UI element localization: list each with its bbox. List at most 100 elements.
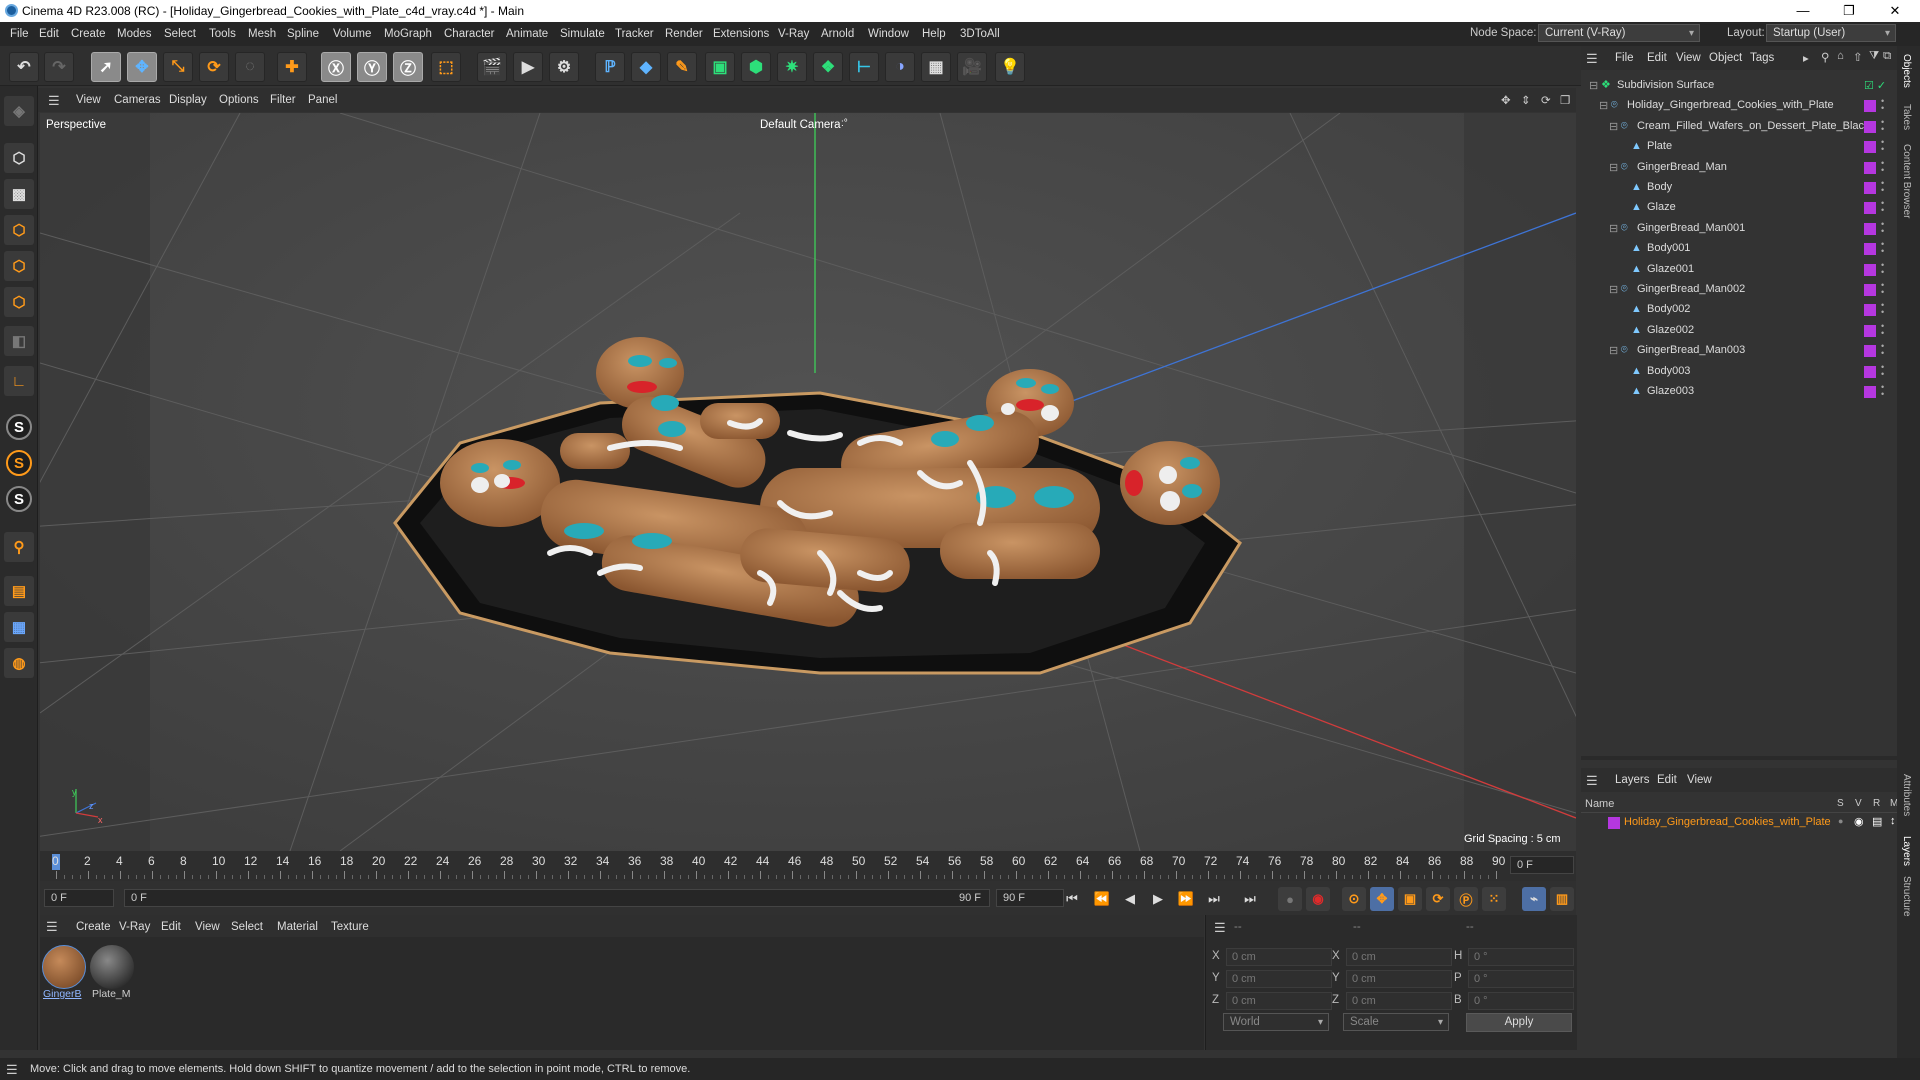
go-to-start-icon[interactable]: ⏮ [1062,889,1082,909]
timeline-window-icon[interactable]: ▥ [1550,887,1574,911]
layer-tag-icon[interactable] [1864,263,1876,276]
expand-toggle-icon[interactable]: ⊟ [1599,99,1608,112]
material-menu-create[interactable]: Create [70,915,117,939]
expand-toggle-icon[interactable]: ⊟ [1609,161,1618,174]
model-mode-icon[interactable]: ⬡ [4,143,34,173]
layer-tag-icon[interactable] [1864,386,1876,398]
material-menu-vray[interactable]: V-Ray [113,915,156,939]
visibility-dots-icon[interactable]: • • [1881,138,1885,155]
play-forward-icon[interactable]: ▶ [1148,889,1168,909]
points-mode-icon[interactable]: ⬡ [4,215,34,245]
layer-solo-icon[interactable]: ● [1838,816,1843,826]
coord-size-z-field[interactable]: 0 cm [1346,992,1452,1010]
object-name[interactable]: Holiday_Gingerbread_Cookies_with_Plate [1627,99,1834,111]
layer-menu-layers[interactable]: Layers [1609,768,1656,792]
object-row[interactable]: ▲ Body • • [1581,178,1897,198]
move-tool-icon[interactable]: ✥ [127,52,157,82]
object-name[interactable]: Body001 [1647,242,1690,254]
object-new-window-icon[interactable]: ⧉ [1883,50,1891,63]
material-label-plate[interactable]: Plate_M [92,988,131,1000]
viewport-hamburger-icon[interactable]: ☰ [48,93,60,109]
material-menu-view[interactable]: View [189,915,226,939]
tab-attributes[interactable]: Attributes [1901,774,1912,816]
visibility-dots-icon[interactable]: • • [1881,240,1885,257]
visibility-dots-icon[interactable]: • • [1881,158,1885,176]
visibility-dots-icon[interactable]: • • [1881,97,1885,114]
menu-tools[interactable]: Tools [203,22,242,46]
menu-animate[interactable]: Animate [500,22,554,46]
object-name[interactable]: Glaze002 [1647,324,1694,336]
layer-tag-icon[interactable] [1864,365,1876,378]
camera-icon[interactable]: 🎥 [957,52,987,82]
material-swatch-gingerbread[interactable] [42,945,86,989]
object-menu-file[interactable]: File [1609,46,1640,70]
object-row[interactable]: ▲ Body002 • • [1581,300,1897,320]
menu-select[interactable]: Select [158,22,202,46]
visibility-dots-icon[interactable]: • • [1881,260,1885,278]
floor-icon[interactable]: ▦ [921,52,951,82]
object-name[interactable]: GingerBread_Man002 [1637,283,1745,295]
mograph-cloner-icon[interactable]: ✷ [777,52,807,82]
object-name[interactable]: Glaze001 [1647,263,1694,275]
preview-range-slider[interactable]: 0 F 90 F [124,889,990,907]
coord-pos-x-field[interactable]: 0 cm [1226,948,1332,966]
menu-window[interactable]: Window [862,22,915,46]
y-axis-lock-icon[interactable]: Ⓨ [357,52,387,82]
size-mode-dropdown[interactable]: Scale [1343,1013,1449,1031]
object-row[interactable]: ⊟ ⌾ Cream_Filled_Wafers_on_Dessert_Plate_B… [1581,117,1897,137]
viewport-maximize-icon[interactable]: ❐ [1560,93,1570,107]
tab-objects[interactable]: Objects [1901,54,1912,88]
make-editable-icon[interactable]: ◈ [4,96,34,126]
axis-mode-icon[interactable]: ∟ [4,366,34,396]
timeline-ruler[interactable]: 0 2 4 6 8 10 12 14 16 18 20 22 24 26 28 30 32 34 36 38 40 42 4… [40,851,1576,881]
object-home-icon[interactable]: ⌂ [1837,50,1844,62]
3d-viewport[interactable]: Perspective Default Camera :° Grid Spaci… [40,113,1576,851]
menu-file[interactable]: File [4,22,35,46]
pen-spline-icon[interactable]: ✎ [667,52,697,82]
expand-toggle-icon[interactable]: ⊟ [1609,283,1618,296]
viewport-zoom-icon[interactable]: ⇕ [1521,93,1531,107]
layer-tag-icon[interactable] [1864,304,1876,317]
coordinate-system-icon[interactable]: ⬚ [431,52,461,82]
layer-visible-icon[interactable]: ◉ [1854,815,1864,828]
expand-toggle-icon[interactable]: ⊟ [1589,79,1598,92]
material-hamburger-icon[interactable]: ☰ [46,919,58,935]
menu-render[interactable]: Render [659,22,709,46]
keyframe-selection-icon[interactable]: ⊙ [1342,887,1366,911]
object-scrollbar[interactable] [1581,756,1897,760]
viewport-pan-icon[interactable]: ✥ [1501,93,1511,107]
menu-edit[interactable]: Edit [33,22,65,46]
key-parameter-icon[interactable]: Ⓟ [1454,887,1478,911]
z-axis-lock-icon[interactable]: Ⓩ [393,52,423,82]
create-object-icon[interactable]: ✚ [277,52,307,82]
layer-tag-icon[interactable] [1864,182,1876,194]
object-menu-view[interactable]: View [1670,46,1707,70]
python-icon[interactable]: ℙ [595,52,625,82]
layer-color-swatch[interactable] [1608,817,1620,829]
menu-extensions[interactable]: Extensions [707,22,775,46]
layer-tag-icon[interactable] [1864,345,1876,358]
layer-manager-icon[interactable]: ↕ [1890,815,1896,827]
menu-volume[interactable]: Volume [327,22,377,46]
object-name[interactable]: Glaze003 [1647,385,1694,397]
node-space-dropdown[interactable]: Current (V-Ray) [1538,24,1700,42]
start-frame-field[interactable]: 0 F [44,889,114,907]
object-menu-more-icon[interactable]: ▸ [1803,51,1809,65]
menu-spline[interactable]: Spline [281,22,325,46]
menu-character[interactable]: Character [438,22,501,46]
layer-name[interactable]: Holiday_Gingerbread_Cookies_with_Plate [1624,816,1831,828]
material-menu-material[interactable]: Material [271,915,324,939]
undo-icon[interactable]: ↶ [9,52,39,82]
deformer-icon[interactable]: ❖ [813,52,843,82]
object-name[interactable]: Body [1647,181,1672,193]
visibility-dots-icon[interactable]: • • [1881,179,1885,196]
tab-content-browser[interactable]: Content Browser [1901,144,1912,218]
object-hamburger-icon[interactable]: ☰ [1586,51,1598,67]
object-search-icon[interactable]: ⚲ [1821,50,1829,64]
layer-tag-icon[interactable] [1864,202,1876,215]
expand-toggle-icon[interactable]: ⊟ [1609,344,1618,357]
menu-help[interactable]: Help [916,22,952,46]
viewport-rotate-icon[interactable]: ⟳ [1541,93,1551,107]
layer-tag-icon[interactable] [1864,284,1876,296]
render-view-icon[interactable]: ▶ [513,52,543,82]
